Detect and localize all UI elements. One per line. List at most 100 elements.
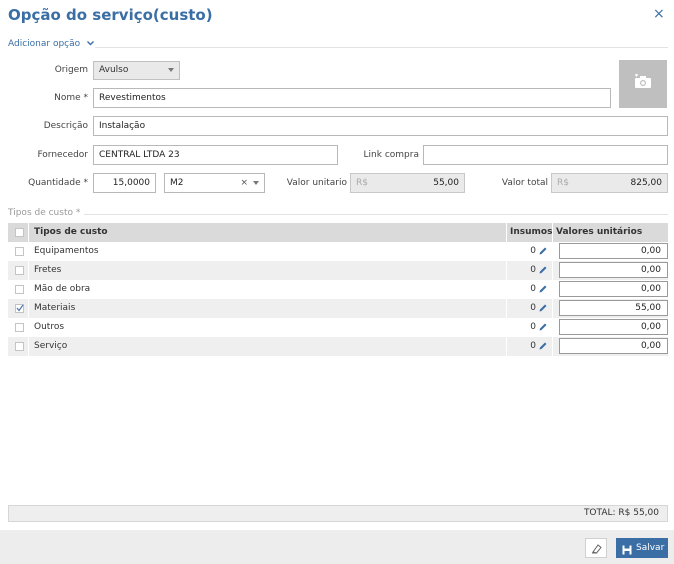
- column-divider: [552, 299, 553, 318]
- origem-label: Origem: [54, 65, 88, 75]
- column-divider: [506, 318, 507, 337]
- column-divider: [28, 299, 29, 318]
- pencil-icon[interactable]: [538, 265, 548, 275]
- unidade-select[interactable]: M2 ×: [164, 173, 265, 193]
- origem-select[interactable]: Avulso: [93, 61, 180, 80]
- column-divider: [28, 318, 29, 337]
- eraser-icon: [591, 543, 602, 557]
- descricao-input[interactable]: Instalação: [93, 116, 668, 136]
- unidade-value: M2: [170, 178, 184, 188]
- row-valor-input[interactable]: 0,00: [559, 243, 668, 259]
- caret-down-icon: [253, 181, 259, 185]
- section-divider: [95, 47, 668, 48]
- column-divider: [552, 280, 553, 299]
- valor-unitario-currency: R$: [356, 178, 368, 188]
- row-checkbox[interactable]: [15, 323, 24, 332]
- save-label: Salvar: [636, 543, 665, 553]
- caret-down-icon: [168, 68, 174, 72]
- clear-icon[interactable]: ×: [240, 174, 248, 192]
- quantidade-input[interactable]: 15,0000: [93, 173, 156, 193]
- pencil-icon[interactable]: [538, 246, 548, 256]
- total-value: TOTAL: R$ 55,00: [583, 508, 659, 518]
- link-compra-label: Link compra: [363, 150, 419, 160]
- close-icon[interactable]: ×: [653, 6, 665, 22]
- header-valores: Valores unitários: [556, 227, 643, 237]
- pencil-icon[interactable]: [538, 322, 548, 332]
- row-insumos: 0: [530, 265, 536, 275]
- column-divider: [506, 299, 507, 318]
- column-divider: [506, 261, 507, 280]
- nome-input[interactable]: Revestimentos: [93, 88, 611, 108]
- row-insumos: 0: [530, 246, 536, 256]
- chevron-down-icon: [87, 39, 95, 49]
- column-divider: [552, 261, 553, 280]
- quantidade-label: Quantidade *: [28, 178, 88, 188]
- row-valor-input[interactable]: 0,00: [559, 281, 668, 297]
- origem-value: Avulso: [99, 65, 129, 75]
- header-insumos: Insumos: [510, 227, 553, 237]
- camera-plus-icon: [634, 73, 652, 92]
- row-tipo: Fretes: [34, 265, 62, 275]
- add-option-label: Adicionar opção: [8, 39, 81, 49]
- row-valor-input[interactable]: 0,00: [559, 338, 668, 354]
- row-insumos: 0: [530, 341, 536, 351]
- add-option-toggle[interactable]: Adicionar opção: [8, 39, 95, 49]
- pencil-icon[interactable]: [538, 303, 548, 313]
- valor-unitario-field: R$ 55,00: [350, 173, 465, 193]
- cost-types-section-label: Tipos de custo *: [8, 208, 81, 218]
- table-row: Serviço 0 0,00: [8, 337, 668, 356]
- column-divider: [552, 242, 553, 261]
- table-row: Fretes 0 0,00: [8, 261, 668, 280]
- row-checkbox[interactable]: [15, 266, 24, 275]
- check-icon: [16, 304, 24, 315]
- table-row: Materiais 0 55,00: [8, 299, 668, 318]
- table-row: Equipamentos 0 0,00: [8, 242, 668, 261]
- valor-unitario-value: 55,00: [433, 178, 459, 188]
- fornecedor-input[interactable]: CENTRAL LTDA 23: [93, 145, 338, 165]
- select-all-checkbox[interactable]: [15, 228, 24, 237]
- valor-total-value: 825,00: [630, 178, 663, 188]
- total-bar: TOTAL: R$ 55,00: [8, 505, 668, 522]
- dialog-title: Opção do serviço(custo): [8, 6, 213, 24]
- valor-total-field: R$ 825,00: [551, 173, 668, 193]
- column-divider: [28, 223, 29, 242]
- row-valor-input[interactable]: 0,00: [559, 262, 668, 278]
- dialog-footer: [0, 530, 674, 564]
- valor-unitario-label: Valor unitario: [286, 178, 347, 188]
- table-row: Mão de obra 0 0,00: [8, 280, 668, 299]
- link-compra-input[interactable]: [423, 145, 668, 165]
- row-checkbox[interactable]: [15, 285, 24, 294]
- table-row: Outros 0 0,00: [8, 318, 668, 337]
- pencil-icon[interactable]: [538, 341, 548, 351]
- column-divider: [28, 242, 29, 261]
- cost-types-divider: [84, 214, 668, 215]
- row-tipo: Outros: [34, 322, 65, 332]
- clear-form-button[interactable]: [585, 538, 607, 558]
- nome-label: Nome *: [54, 93, 88, 103]
- pencil-icon[interactable]: [538, 284, 548, 294]
- row-checkbox[interactable]: [15, 247, 24, 256]
- column-divider: [552, 223, 553, 242]
- row-insumos: 0: [530, 284, 536, 294]
- column-divider: [506, 242, 507, 261]
- row-tipo: Mão de obra: [34, 284, 91, 294]
- add-photo-button[interactable]: [619, 60, 667, 108]
- column-divider: [28, 261, 29, 280]
- column-divider: [506, 280, 507, 299]
- column-divider: [552, 337, 553, 356]
- save-icon: [622, 543, 632, 563]
- column-divider: [506, 223, 507, 242]
- row-insumos: 0: [530, 303, 536, 313]
- valor-total-label: Valor total: [501, 178, 548, 188]
- valor-total-currency: R$: [557, 178, 569, 188]
- column-divider: [506, 337, 507, 356]
- column-divider: [552, 318, 553, 337]
- row-valor-input[interactable]: 0,00: [559, 319, 668, 335]
- column-divider: [28, 337, 29, 356]
- row-valor-input[interactable]: 55,00: [559, 300, 668, 316]
- row-insumos: 0: [530, 322, 536, 332]
- descricao-label: Descrição: [43, 121, 88, 131]
- save-button[interactable]: Salvar: [616, 538, 668, 558]
- header-tipos: Tipos de custo: [34, 227, 108, 237]
- row-checkbox[interactable]: [15, 342, 24, 351]
